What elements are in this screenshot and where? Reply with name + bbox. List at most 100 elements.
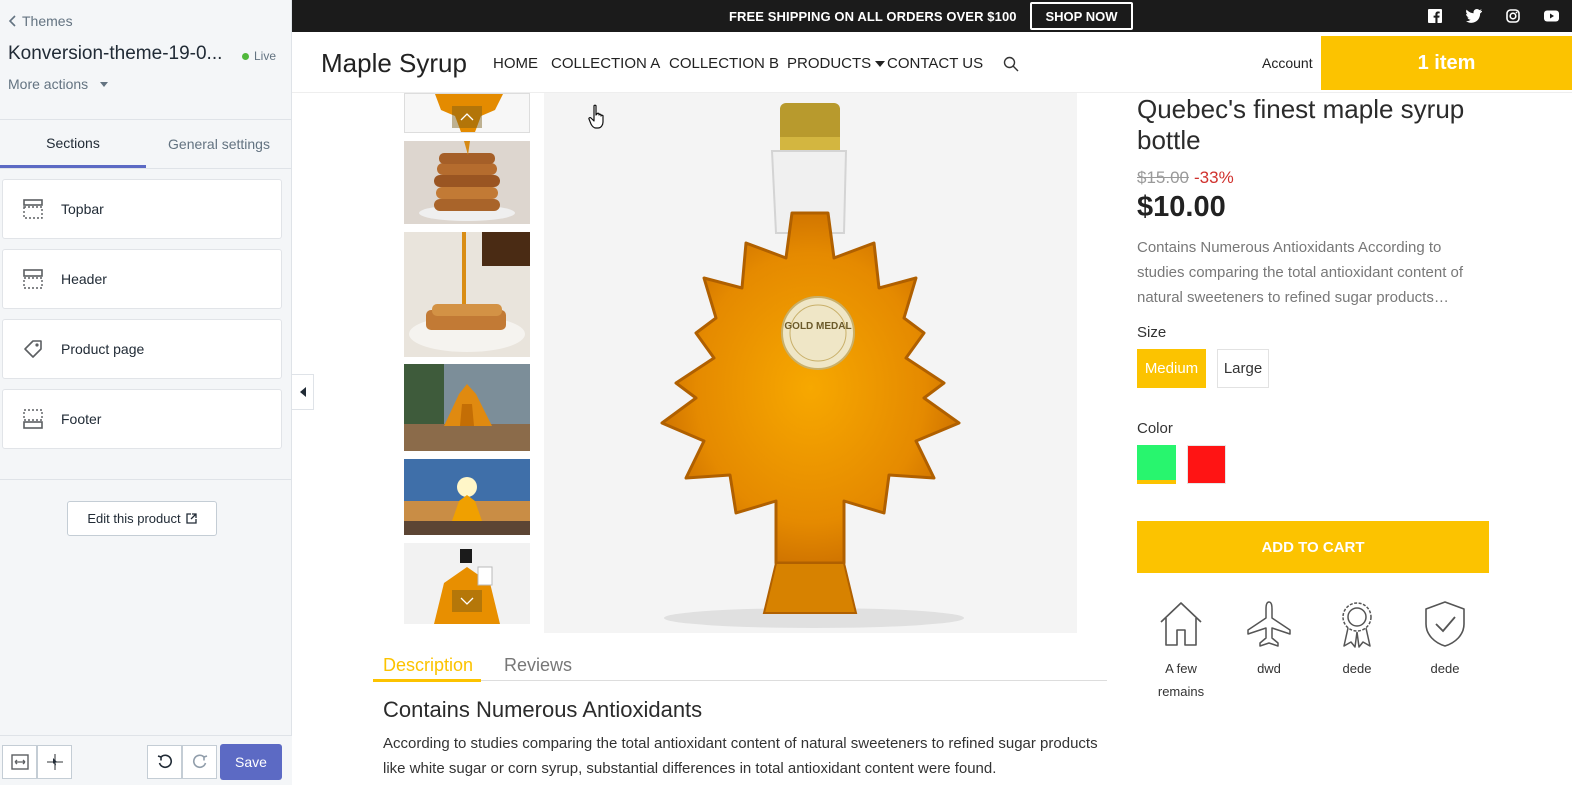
- product-short-description: Contains Numerous Antioxidants According…: [1137, 239, 1464, 306]
- expand-horizontal-icon: [10, 754, 29, 770]
- feature-item: dwd: [1229, 600, 1309, 680]
- tab-reviews[interactable]: Reviews: [504, 655, 572, 676]
- announcement-bar: FREE SHIPPING ON ALL ORDERS OVER $100 SH…: [292, 0, 1572, 32]
- undo-button[interactable]: [147, 745, 182, 779]
- announcement-text: FREE SHIPPING ON ALL ORDERS OVER $100: [729, 9, 1017, 24]
- redo-icon: [192, 754, 207, 769]
- facebook-icon[interactable]: [1428, 9, 1442, 23]
- product-thumbnail[interactable]: [404, 364, 530, 451]
- footer-section-icon: [23, 409, 43, 429]
- shield-check-icon: [1425, 601, 1465, 647]
- live-label: Live: [254, 49, 277, 63]
- size-label: Size: [1137, 324, 1167, 341]
- chevron-down-icon: [460, 597, 474, 605]
- thumbnail-next-button[interactable]: [452, 590, 482, 612]
- house-icon: [1160, 602, 1202, 646]
- edit-product-label: Edit this product: [87, 511, 181, 526]
- tabs-divider: [373, 680, 1107, 681]
- maple-leaf-bottle-image: GOLD MEDAL: [544, 93, 1077, 633]
- collapse-arrow-icon: [299, 387, 306, 397]
- pancake-stack-thumbnail-image: [404, 141, 530, 224]
- product-title: Quebec's finest maple syrup bottle: [1137, 94, 1465, 155]
- compare-at-price: $15.00: [1137, 168, 1189, 187]
- back-link-label: Themes: [22, 13, 73, 29]
- feature-label: dede: [1430, 661, 1460, 676]
- tab-sections[interactable]: Sections: [0, 120, 146, 168]
- section-item-footer[interactable]: Footer: [2, 389, 282, 449]
- live-status-dot: [242, 52, 249, 60]
- store-logo[interactable]: Maple Syrup: [321, 48, 467, 79]
- add-to-cart-button[interactable]: ADD TO CART: [1137, 521, 1489, 573]
- crosshair-cursor-icon: [46, 754, 63, 770]
- chevron-up-icon: [460, 113, 474, 121]
- more-actions-label: More actions: [8, 76, 89, 92]
- undo-icon: [157, 754, 172, 769]
- section-label-topbar: Topbar: [61, 201, 104, 217]
- edit-product-button[interactable]: Edit this product: [67, 501, 217, 536]
- chevron-left-icon: [8, 15, 16, 27]
- more-actions-dropdown[interactable]: More actions: [8, 76, 109, 92]
- store-preview: FREE SHIPPING ON ALL ORDERS OVER $100 SH…: [292, 0, 1572, 785]
- search-icon[interactable]: [1003, 56, 1019, 72]
- color-label: Color: [1137, 420, 1173, 437]
- feature-item: A few remains: [1141, 600, 1221, 703]
- back-to-themes-link[interactable]: Themes: [8, 13, 73, 29]
- product-thumbnail[interactable]: [404, 232, 530, 357]
- caret-down-icon: [875, 60, 886, 67]
- nav-collection-a[interactable]: COLLECTION A: [551, 55, 660, 72]
- bottles-outdoor-thumbnail-image: [404, 364, 530, 451]
- section-item-topbar[interactable]: Topbar: [2, 179, 282, 239]
- collapse-sidebar-button[interactable]: [292, 374, 314, 410]
- active-tab-indicator: [373, 679, 481, 682]
- inspector-toggle-button[interactable]: [37, 745, 72, 779]
- medal-text: GOLD MEDAL: [784, 321, 851, 332]
- section-item-product-page[interactable]: Product page: [2, 319, 282, 379]
- feature-item: dede: [1317, 600, 1397, 680]
- youtube-icon[interactable]: [1544, 9, 1559, 23]
- full-width-view-button[interactable]: [2, 745, 37, 779]
- theme-title: Konversion-theme-19-0...: [8, 43, 223, 64]
- nav-contact-us[interactable]: CONTACT US: [887, 55, 983, 72]
- twitter-icon[interactable]: [1466, 9, 1482, 23]
- size-option-large[interactable]: Large: [1217, 349, 1269, 388]
- discount-badge: -33%: [1194, 168, 1234, 187]
- product-thumbnail[interactable]: [404, 141, 530, 224]
- main-product-image[interactable]: GOLD MEDAL: [544, 93, 1077, 633]
- live-badge: Live: [242, 49, 276, 63]
- airplane-icon: [1247, 601, 1291, 647]
- feature-label: A few remains: [1157, 661, 1205, 699]
- instagram-icon[interactable]: [1506, 9, 1520, 23]
- section-item-header[interactable]: Header: [2, 249, 282, 309]
- feature-item: dede: [1405, 600, 1485, 680]
- save-button[interactable]: Save: [220, 744, 282, 780]
- hand-pointer-icon: [588, 104, 604, 129]
- syrup-pour-waffles-thumbnail-image: [404, 232, 530, 357]
- feature-label: dwd: [1257, 661, 1281, 676]
- feature-label: dede: [1342, 661, 1372, 676]
- tag-icon: [24, 340, 42, 358]
- tab-description[interactable]: Description: [383, 655, 473, 676]
- nav-home[interactable]: HOME: [493, 55, 538, 72]
- nav-products[interactable]: PRODUCTS: [787, 55, 886, 72]
- nav-products-label: PRODUCTS: [787, 55, 872, 72]
- editor-bottom-bar: Save: [0, 735, 292, 785]
- external-link-icon: [185, 513, 197, 524]
- tab-general-settings[interactable]: General settings: [146, 120, 292, 168]
- bottle-sunset-thumbnail-image: [404, 459, 530, 535]
- editor-tabs: Sections General settings: [0, 119, 292, 169]
- redo-button[interactable]: [182, 745, 217, 779]
- product-thumbnail[interactable]: [404, 459, 530, 535]
- section-label-product-page: Product page: [61, 341, 145, 357]
- account-link[interactable]: Account: [1262, 55, 1313, 71]
- caret-down-icon: [100, 81, 109, 87]
- header-section-icon: [23, 269, 43, 289]
- color-swatch-green[interactable]: [1137, 445, 1176, 484]
- cart-button[interactable]: 1 item: [1321, 36, 1572, 90]
- sidebar-divider: [0, 479, 292, 480]
- product-price: $10.00: [1137, 191, 1226, 223]
- thumbnail-prev-button[interactable]: [452, 106, 482, 128]
- color-swatch-red[interactable]: [1187, 445, 1226, 484]
- nav-collection-b[interactable]: COLLECTION B: [669, 55, 779, 72]
- shop-now-button[interactable]: SHOP NOW: [1030, 2, 1133, 30]
- size-option-medium[interactable]: Medium: [1137, 349, 1206, 388]
